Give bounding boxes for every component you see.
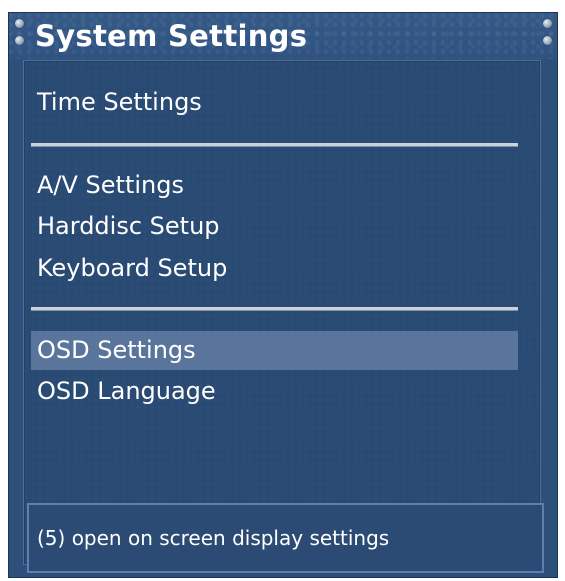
screw-icon <box>15 19 24 28</box>
menu-divider <box>31 143 518 147</box>
menu-panel <box>23 60 541 565</box>
menu-item-time-settings[interactable]: Time Settings <box>31 83 518 122</box>
menu-item-keyboard-setup[interactable]: Keyboard Setup <box>31 249 518 288</box>
menu-item-av-settings[interactable]: A/V Settings <box>31 166 518 205</box>
menu-item-osd-language[interactable]: OSD Language <box>31 372 518 411</box>
title-bar: System Settings <box>9 13 557 59</box>
window-title: System Settings <box>35 19 308 53</box>
system-settings-window: System Settings Time Settings A/V Settin… <box>8 12 558 578</box>
help-status-bar: (5) open on screen display settings <box>27 503 544 573</box>
screw-icon <box>15 36 24 45</box>
menu-item-harddisc-setup[interactable]: Harddisc Setup <box>31 207 518 246</box>
screw-icon <box>543 19 552 28</box>
menu-divider <box>31 307 518 311</box>
help-text: (5) open on screen display settings <box>37 526 390 550</box>
menu-item-osd-settings[interactable]: OSD Settings <box>31 331 518 370</box>
screw-icon <box>543 36 552 45</box>
